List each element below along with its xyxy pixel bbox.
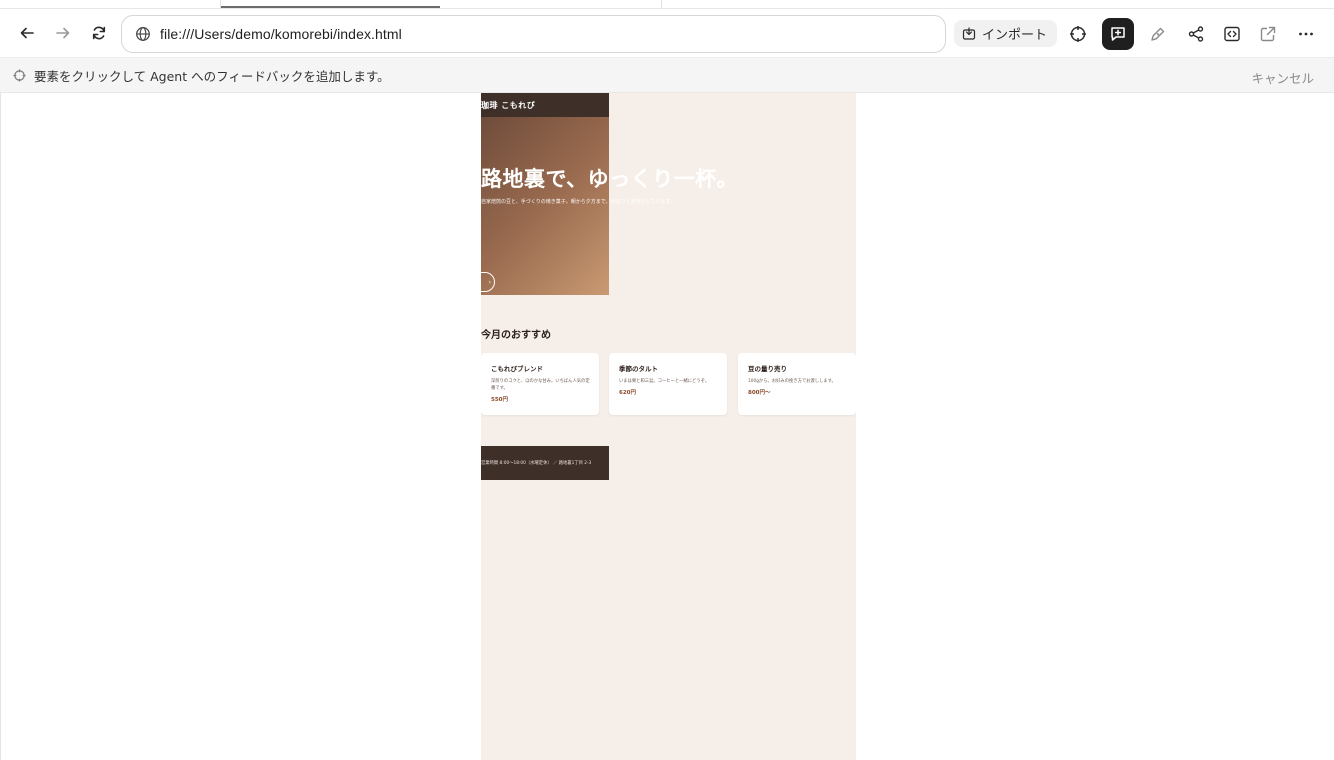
crosshair-icon	[12, 68, 26, 82]
address-bar[interactable]: file:///Users/demo/komorebi/index.html	[121, 15, 946, 53]
globe-icon	[134, 25, 152, 43]
card-description: 100gから。お好みの挽き方でお渡しします。	[748, 379, 836, 384]
menu-card[interactable]: 豆の量り売り 100gから。お好みの挽き方でお渡しします。 800円〜	[738, 353, 856, 415]
card-price: 620円	[619, 390, 636, 396]
site-footer[interactable]: 営業時間 8:00〜18:00（水曜定休） ／ 路地裏1丁目 2-3	[481, 446, 609, 480]
page-viewport: 珈琲 こもれび › 路地裏で、ゆっくり一杯。 自家焙煎の豆と、手づくりの焼き菓子…	[0, 93, 1334, 760]
share-button[interactable]	[1180, 18, 1212, 50]
card-price: 550円	[491, 397, 508, 403]
reload-icon	[92, 26, 106, 40]
tab-divider	[220, 0, 221, 8]
import-button[interactable]: インポート	[954, 20, 1058, 47]
annotate-button[interactable]	[1142, 18, 1174, 50]
external-link-icon	[1260, 26, 1276, 42]
feedback-instruction: 要素をクリックして Agent へのフィードバックを追加します。	[34, 68, 390, 84]
browser-toolbar: file:///Users/demo/komorebi/index.html イ…	[0, 9, 1334, 57]
feedback-button[interactable]	[1102, 18, 1134, 50]
url-text[interactable]: file:///Users/demo/komorebi/index.html	[160, 26, 402, 42]
rendered-site: 珈琲 こもれび › 路地裏で、ゆっくり一杯。 自家焙煎の豆と、手づくりの焼き菓子…	[481, 93, 856, 760]
section-title[interactable]: 今月のおすすめ	[481, 326, 551, 341]
forward-button[interactable]	[51, 21, 75, 45]
footer-info: 営業時間 8:00〜18:00（水曜定休） ／ 路地裏1丁目 2-3	[481, 461, 592, 466]
card-name: 豆の量り売り	[748, 365, 787, 373]
site-logo[interactable]: 珈琲 こもれび	[481, 100, 535, 111]
card-description: 深煎りのコクと、ほのかな甘み。いちばん人気の定番です。	[491, 379, 590, 391]
arrow-left-icon	[20, 27, 34, 39]
hero-section[interactable]: ›	[481, 117, 609, 295]
card-name: 季節のタルト	[619, 365, 658, 373]
element-picker-button[interactable]	[1062, 18, 1094, 50]
back-button[interactable]	[15, 21, 39, 45]
hero-subtitle[interactable]: 自家焙煎の豆と、手づくりの焼き菓子。朝から夕方まで、ゆるりとお待ちしています。	[481, 198, 675, 205]
more-menu-button[interactable]	[1290, 18, 1322, 50]
cancel-feedback-button[interactable]: キャンセル	[1251, 68, 1314, 87]
import-icon	[962, 26, 976, 40]
import-label: インポート	[982, 28, 1048, 43]
hero-cta-button[interactable]: ›	[481, 272, 495, 292]
tab-divider	[661, 0, 662, 8]
code-icon	[1224, 26, 1240, 42]
feedback-mode-bar: 要素をクリックして Agent へのフィードバックを追加します。 キャンセル	[0, 57, 1334, 93]
card-name: こもれびブレンド	[491, 365, 543, 373]
open-external-button[interactable]	[1252, 18, 1284, 50]
card-price: 800円〜	[748, 390, 771, 396]
tab-strip	[0, 0, 1334, 9]
menu-card[interactable]: こもれびブレンド 深煎りのコクと、ほのかな甘み。いちばん人気の定番です。 550…	[481, 353, 599, 415]
active-tab-indicator[interactable]	[220, 6, 440, 8]
menu-card[interactable]: 季節のタルト いまは栗と和三盆。コーヒーと一緒にどうぞ。 620円	[609, 353, 727, 415]
site-header[interactable]: 珈琲 こもれび	[481, 93, 609, 117]
more-horizontal-icon	[1299, 32, 1313, 36]
reload-button[interactable]	[87, 21, 111, 45]
share-icon	[1188, 26, 1204, 42]
comment-plus-icon	[1111, 27, 1125, 41]
hero-title[interactable]: 路地裏で、ゆっくり一杯。	[481, 163, 738, 193]
card-description: いまは栗と和三盆。コーヒーと一緒にどうぞ。	[619, 379, 710, 384]
source-code-button[interactable]	[1216, 18, 1248, 50]
crosshair-icon	[1070, 26, 1086, 42]
pen-icon	[1151, 27, 1165, 41]
arrow-right-icon	[56, 27, 70, 39]
